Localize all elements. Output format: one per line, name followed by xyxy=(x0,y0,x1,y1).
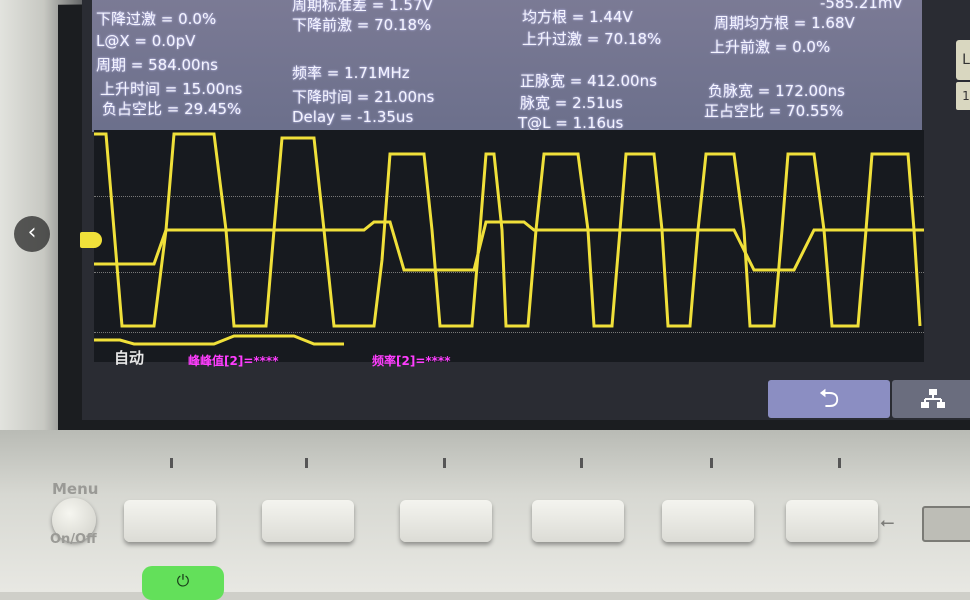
oscilloscope-screen: 下降过激 = 0.0% L@X = 0.0pV 周期 = 584.00ns 上升… xyxy=(82,0,970,420)
measure-neg-width: 负脉宽 = 172.00ns xyxy=(708,82,845,100)
softkey-tick xyxy=(170,458,173,468)
softkey-tick xyxy=(305,458,308,468)
measure-fall-time: 下降时间 = 21.00ns xyxy=(292,88,435,106)
measure-cycle-mean: -585.21mV xyxy=(820,0,903,12)
usb-icon: ⭠ xyxy=(880,512,895,533)
softkey-1[interactable] xyxy=(124,500,216,542)
softkey-tick xyxy=(443,458,446,468)
measure-frequency: 频率 = 1.71MHz xyxy=(292,64,410,82)
measure-neg-duty: 负占空比 = 29.45% xyxy=(102,100,242,118)
network-icon xyxy=(921,389,945,408)
softkey-2[interactable] xyxy=(262,500,354,542)
chevron-left-icon[interactable]: ‹ xyxy=(14,216,50,252)
measure-period-stddev: 周期标准差 = 1.57V xyxy=(292,0,433,14)
softkey-3[interactable] xyxy=(400,500,492,542)
measure-fall-preshoot: 下降前激 = 70.18% xyxy=(292,16,432,34)
network-button[interactable] xyxy=(892,380,970,418)
acquisition-mode: 自动 xyxy=(114,349,145,367)
back-button[interactable]: ⮌ xyxy=(768,380,890,418)
measure-pos-width: 正脉宽 = 412.00ns xyxy=(520,72,657,90)
power-button[interactable]: ⏻ xyxy=(142,566,224,600)
back-arrow-icon: ⮌ xyxy=(818,384,840,414)
measure-lx: L@X = 0.0pV xyxy=(96,32,196,50)
measure-rms: 均方根 = 1.44V xyxy=(522,8,633,26)
measure-delay: Delay = -1.35us xyxy=(292,108,414,126)
menu-label: Menu xyxy=(52,480,99,498)
softkey-tick xyxy=(838,458,841,468)
trigger-level-marker xyxy=(80,232,102,248)
softkey-tick xyxy=(580,458,583,468)
side-tab-2: 1 xyxy=(956,82,970,110)
measure-cycle-rms: 周期均方根 = 1.68V xyxy=(714,14,855,32)
softkey-5[interactable] xyxy=(662,500,754,542)
onoff-label: On/Off xyxy=(50,532,97,547)
softkey-tick xyxy=(710,458,713,468)
measure-vpp-status: 峰峰值[2]=**** xyxy=(188,354,279,368)
measure-freq-status: 频率[2]=**** xyxy=(372,354,451,368)
measure-rise-preshoot: 上升前激 = 0.0% xyxy=(710,38,831,56)
softkey-4[interactable] xyxy=(532,500,624,542)
measure-rise-time: 上升时间 = 15.00ns xyxy=(100,80,243,98)
measure-pos-duty: 正占空比 = 70.55% xyxy=(704,102,844,120)
side-tab: L xyxy=(956,40,970,80)
waveform-trace xyxy=(94,132,924,346)
usb-port[interactable] xyxy=(922,506,970,542)
measure-fall-overshoot: 下降过激 = 0.0% xyxy=(96,10,217,28)
measure-rise-overshoot: 上升过激 = 70.18% xyxy=(522,30,662,48)
softkey-6[interactable] xyxy=(786,500,878,542)
measure-period: 周期 = 584.00ns xyxy=(96,56,218,74)
power-icon: ⏻ xyxy=(176,571,190,590)
measure-burst-width: 脉宽 = 2.51us xyxy=(520,94,623,112)
